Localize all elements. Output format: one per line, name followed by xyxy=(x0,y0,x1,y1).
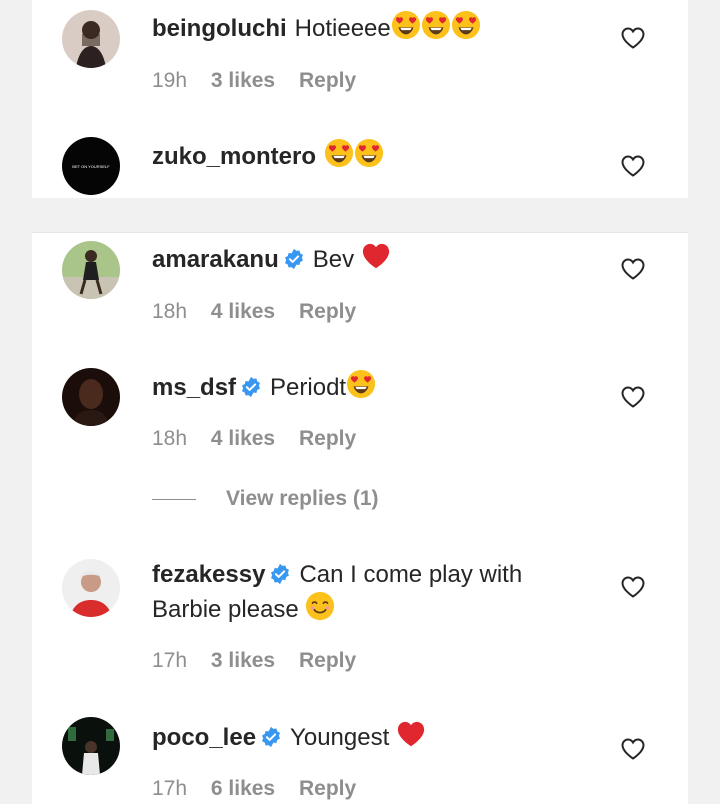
avatar[interactable]: BET ON YOURSELF xyxy=(62,137,120,195)
comment-username[interactable]: amarakanu xyxy=(152,246,279,273)
comment-text: Youngest xyxy=(290,724,390,751)
comment-username[interactable]: poco_lee xyxy=(152,724,256,751)
comment-meta: 18h 4 likes Reply xyxy=(152,300,374,324)
view-replies-button[interactable]: View replies (1) xyxy=(152,487,379,511)
like-heart-icon[interactable] xyxy=(620,737,646,761)
reply-button[interactable]: Reply xyxy=(299,300,356,323)
comment-text-block: fezakessy Can I come play with Barbie ple… xyxy=(152,559,572,626)
comment-text: Hotieeee xyxy=(294,15,391,42)
comment-item: amarakanu Bev 18h 4 likes Reply xyxy=(32,233,688,353)
comment-username[interactable]: fezakessy xyxy=(152,561,265,588)
comment-item: poco_lee Youngest 17h 6 likes Reply xyxy=(32,709,688,804)
verified-badge-icon xyxy=(269,563,291,585)
avatar[interactable] xyxy=(62,10,120,68)
heart-eyes-emoji-icon xyxy=(421,10,451,40)
red-heart-emoji-icon xyxy=(396,719,426,749)
comment-time: 17h xyxy=(152,777,188,800)
comment-text-block: zuko_montero xyxy=(152,138,572,173)
comment-item: beingoluchi Hotieeee 19h 3 likes Reply xyxy=(32,0,688,120)
verified-badge-icon xyxy=(240,376,262,398)
verified-badge-icon xyxy=(283,248,305,270)
like-heart-icon[interactable] xyxy=(620,26,646,50)
comment-likes[interactable]: 6 likes xyxy=(211,777,275,800)
like-heart-icon[interactable] xyxy=(620,575,646,599)
comment-text-block: beingoluchi Hotieeee xyxy=(152,10,572,45)
comment-item: fezakessy Can I come play with Barbie ple… xyxy=(32,551,688,681)
comment-text: Periodt xyxy=(270,374,347,401)
like-heart-icon[interactable] xyxy=(620,154,646,178)
comment-text-block: ms_dsf Periodt xyxy=(152,369,572,404)
comment-meta: 17h 3 likes Reply xyxy=(152,649,374,673)
comment-likes[interactable]: 3 likes xyxy=(211,69,275,92)
comment-text: Bev xyxy=(312,246,355,273)
reply-button[interactable]: Reply xyxy=(299,649,356,672)
comment-time: 18h xyxy=(152,427,188,450)
comment-username[interactable]: zuko_montero xyxy=(152,143,316,170)
avatar[interactable] xyxy=(62,241,120,299)
comment-panel-top: beingoluchi Hotieeee 19h 3 likes Reply BE… xyxy=(32,0,688,198)
avatar[interactable] xyxy=(62,717,120,775)
comment-username[interactable]: beingoluchi xyxy=(152,15,287,42)
reply-button[interactable]: Reply xyxy=(299,69,356,92)
like-heart-icon[interactable] xyxy=(620,257,646,281)
comment-time: 19h xyxy=(152,69,188,92)
heart-eyes-emoji-icon xyxy=(354,138,384,168)
verified-badge-icon xyxy=(260,726,282,748)
comment-likes[interactable]: 4 likes xyxy=(211,427,275,450)
comment-text-block: poco_lee Youngest xyxy=(152,719,572,754)
comment-likes[interactable]: 4 likes xyxy=(211,300,275,323)
heart-eyes-emoji-icon xyxy=(324,138,354,168)
heart-eyes-emoji-icon xyxy=(451,10,481,40)
comment-likes[interactable]: 3 likes xyxy=(211,649,275,672)
comment-meta: 17h 6 likes Reply xyxy=(152,777,374,801)
avatar[interactable] xyxy=(62,368,120,426)
avatar-logo-text: BET ON YOURSELF xyxy=(72,164,110,169)
comment-time: 18h xyxy=(152,300,188,323)
like-heart-icon[interactable] xyxy=(620,385,646,409)
reply-button[interactable]: Reply xyxy=(299,427,356,450)
comment-item: BET ON YOURSELF zuko_montero xyxy=(32,120,688,198)
smiling-face-emoji-icon xyxy=(305,591,335,621)
comment-meta: 19h 3 likes Reply xyxy=(152,69,374,93)
view-replies-divider xyxy=(152,498,196,500)
heart-eyes-emoji-icon xyxy=(346,369,376,399)
view-replies-label: View replies (1) xyxy=(226,487,379,510)
heart-eyes-emoji-icon xyxy=(391,10,421,40)
comment-meta: 18h 4 likes Reply xyxy=(152,427,374,451)
reply-button[interactable]: Reply xyxy=(299,777,356,800)
comment-username[interactable]: ms_dsf xyxy=(152,374,236,401)
comment-panel-bottom: amarakanu Bev 18h 4 likes Reply ms_dsf Per… xyxy=(32,232,688,804)
avatar[interactable] xyxy=(62,559,120,617)
red-heart-emoji-icon xyxy=(361,241,391,271)
comment-text-block: amarakanu Bev xyxy=(152,241,572,276)
comment-time: 17h xyxy=(152,649,188,672)
